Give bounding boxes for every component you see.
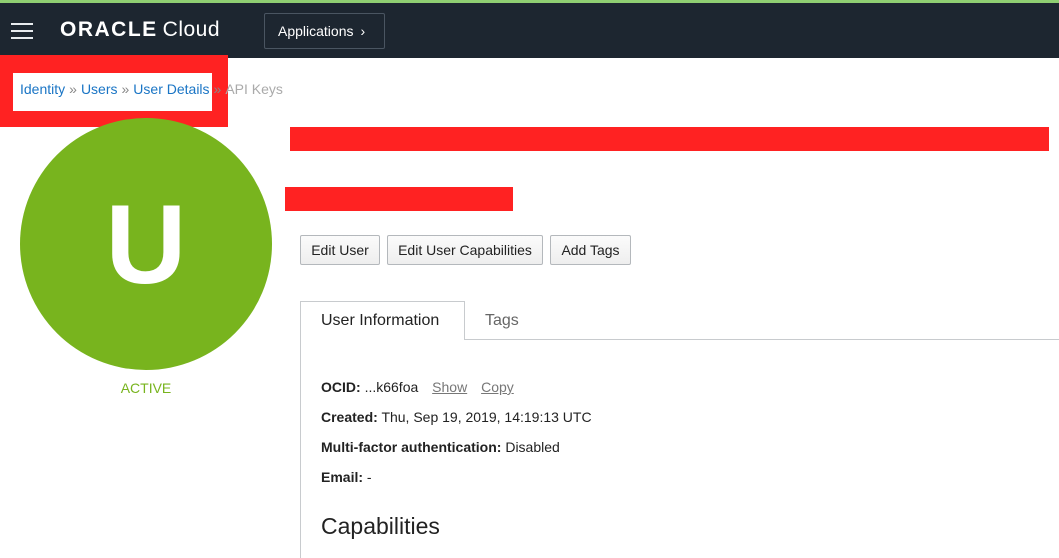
created-label: Created: (321, 409, 378, 425)
mfa-row: Multi-factor authentication: Disabled (321, 439, 560, 455)
add-tags-button[interactable]: Add Tags (550, 235, 631, 265)
breadcrumb-user-details[interactable]: User Details (133, 81, 209, 97)
top-navigation-bar: ORACLE Cloud Applications › (0, 0, 1059, 58)
created-row: Created: Thu, Sep 19, 2019, 14:19:13 UTC (321, 409, 592, 425)
breadcrumb-separator: » (213, 81, 222, 97)
ocid-show-link[interactable]: Show (432, 379, 467, 395)
logo-product: Cloud (162, 18, 221, 41)
email-value: - (366, 469, 372, 485)
created-value: Thu, Sep 19, 2019, 14:19:13 UTC (381, 409, 592, 425)
logo-brand: ORACLE (60, 18, 158, 41)
chevron-right-icon: › (360, 23, 366, 39)
ocid-label: OCID: (321, 379, 361, 395)
capabilities-heading: Capabilities (321, 513, 440, 539)
breadcrumb-users[interactable]: Users (81, 81, 118, 97)
mfa-value: Disabled (505, 439, 560, 455)
hamburger-menu-icon[interactable] (11, 23, 33, 39)
tab-tags[interactable]: Tags (470, 301, 519, 340)
applications-button[interactable]: Applications › (264, 13, 385, 49)
ocid-value: ...k66foa (364, 379, 419, 395)
mfa-label: Multi-factor authentication: (321, 439, 502, 455)
tab-user-information[interactable]: User Information (300, 301, 465, 340)
tab-divider (464, 339, 1059, 340)
breadcrumb-current: API Keys (225, 81, 283, 97)
applications-label: Applications (278, 23, 354, 39)
oracle-cloud-logo[interactable]: ORACLE Cloud (60, 18, 220, 42)
redacted-user-subtitle (285, 187, 513, 211)
breadcrumb-separator: » (121, 81, 130, 97)
breadcrumb-separator: » (69, 81, 77, 97)
redacted-user-title (290, 127, 1049, 151)
breadcrumb-identity[interactable]: Identity (20, 81, 65, 97)
ocid-row: OCID: ...k66foa Show Copy (321, 379, 514, 395)
edit-user-button[interactable]: Edit User (300, 235, 380, 265)
user-avatar: U (20, 118, 272, 370)
email-label: Email: (321, 469, 364, 485)
edit-user-capabilities-button[interactable]: Edit User Capabilities (387, 235, 543, 265)
breadcrumb: Identity» Users» User Details» API Keys (20, 81, 283, 97)
email-row: Email: - (321, 469, 372, 485)
ocid-copy-link[interactable]: Copy (481, 379, 514, 395)
status-label: ACTIVE (120, 380, 172, 396)
